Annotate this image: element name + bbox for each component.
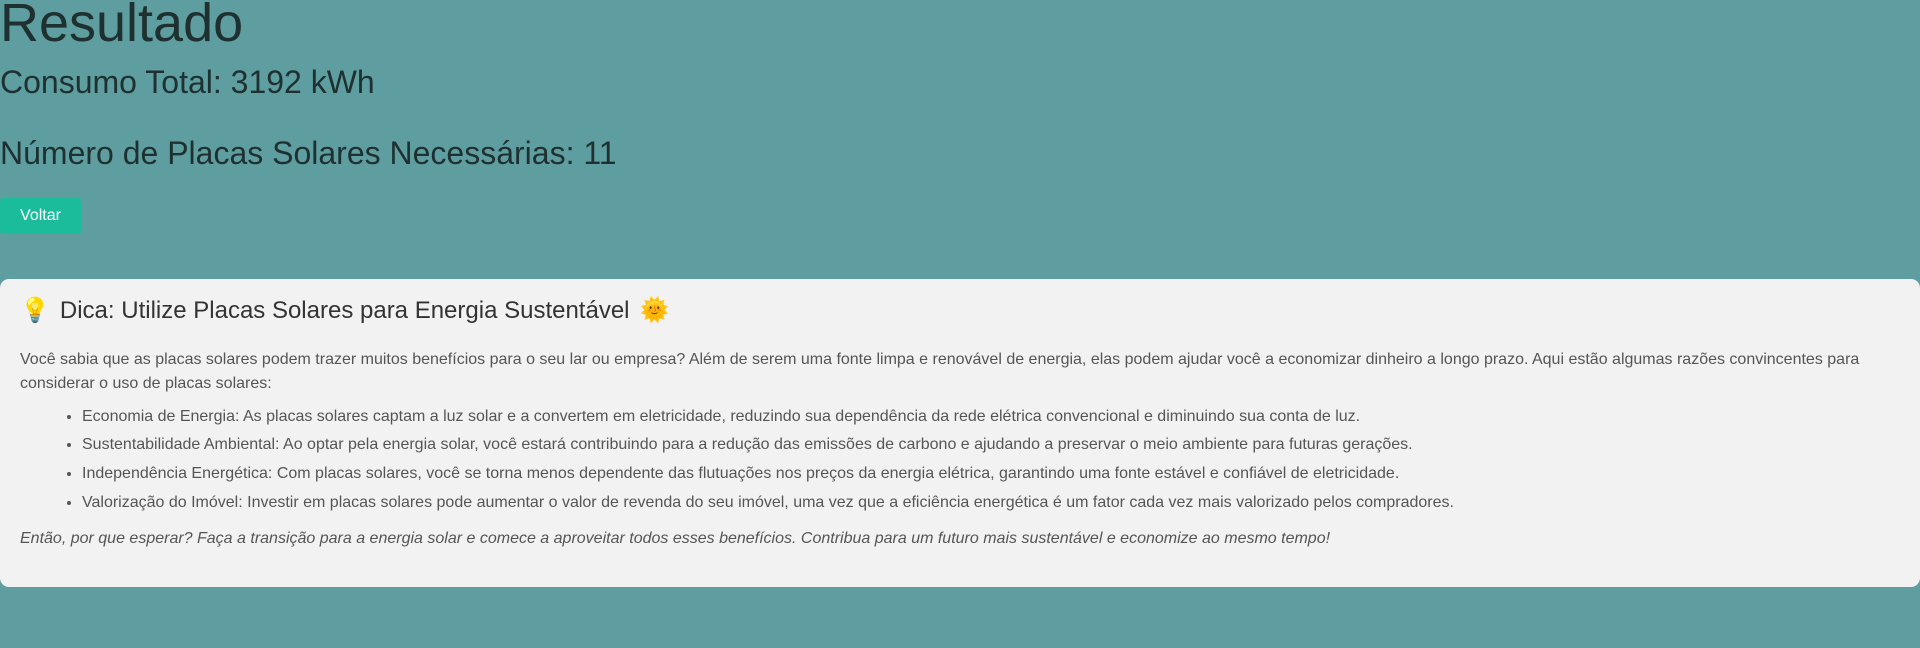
tip-closing: Então, por que esperar? Faça a transição… — [20, 530, 1331, 548]
tip-heading: 💡 Dica: Utilize Placas Solares para Ener… — [20, 297, 1900, 326]
tip-intro: Você sabia que as placas solares podem t… — [20, 350, 1860, 392]
solar-panels-needed: Número de Placas Solares Necessárias: 11 — [0, 135, 617, 171]
tip-title: Dica: Utilize Placas Solares para Energi… — [59, 297, 630, 324]
list-item: Sustentabilidade Ambiental: Ao optar pel… — [82, 434, 1900, 456]
tip-card: 💡 Dica: Utilize Placas Solares para Ener… — [0, 279, 1920, 587]
list-item: Independência Energética: Com placas sol… — [82, 463, 1900, 485]
list-item: Economia de Energia: As placas solares c… — [82, 406, 1900, 428]
benefits-list: Economia de Energia: As placas solares c… — [20, 406, 1900, 513]
back-button[interactable]: Voltar — [0, 198, 81, 234]
lightbulb-icon: 💡 — [20, 297, 50, 325]
list-item: Valorização do Imóvel: Investir em placa… — [82, 492, 1900, 514]
page-title: Resultado — [0, 0, 244, 53]
sun-face-icon: 🌞 — [639, 297, 670, 325]
total-consumption: Consumo Total: 3192 kWh — [0, 64, 375, 100]
